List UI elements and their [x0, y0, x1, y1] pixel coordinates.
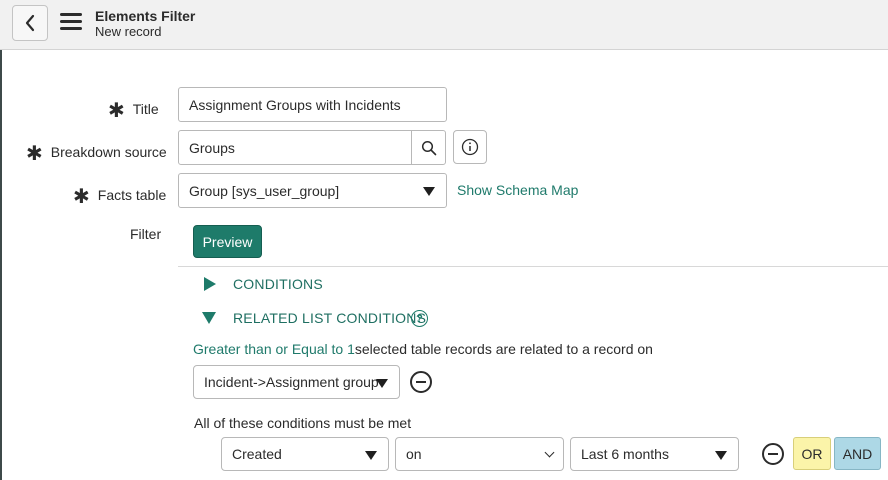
all-conditions-text: All of these conditions must be met: [194, 415, 412, 431]
filter-label: Filter: [130, 226, 162, 242]
title-input[interactable]: Assignment Groups with Incidents: [178, 87, 447, 122]
breakdown-label-group: ✱ Breakdown source: [26, 138, 167, 165]
page-subtitle: New record: [95, 24, 162, 39]
quantity-link[interactable]: Greater than or Equal to 1: [193, 341, 355, 357]
conditions-toggle[interactable]: CONDITIONS: [233, 276, 323, 292]
condition-operator-value: on: [406, 446, 422, 462]
condition-field-value: Created: [232, 446, 282, 462]
facts-table-select[interactable]: Group [sys_user_group]: [178, 173, 447, 208]
breakdown-source-label: Breakdown source: [50, 144, 167, 160]
required-asterisk-icon: ✱: [26, 143, 43, 165]
search-icon: [421, 140, 436, 155]
related-list-conditions-toggle[interactable]: RELATED LIST CONDITIONS: [233, 310, 426, 326]
back-button[interactable]: [12, 5, 48, 41]
facts-table-value: Group [sys_user_group]: [189, 182, 340, 199]
chevron-left-icon: [25, 14, 35, 32]
breakdown-lookup-button[interactable]: [411, 130, 446, 165]
dropdown-caret-icon: [365, 451, 377, 460]
title-label: Title: [132, 101, 159, 117]
form-header: Elements Filter New record: [0, 0, 888, 50]
facts-table-label: Facts table: [97, 187, 167, 203]
condition-value: Last 6 months: [581, 446, 669, 462]
and-button[interactable]: AND: [834, 437, 881, 470]
page-title: Elements Filter: [95, 8, 196, 24]
dropdown-caret-icon: [715, 451, 727, 460]
collapse-related-icon[interactable]: [202, 312, 216, 324]
condition-value-select[interactable]: Last 6 months: [570, 437, 739, 471]
quantity-text: selected table records are related to a …: [354, 341, 653, 357]
info-icon: [461, 138, 479, 156]
related-list-value: Incident->Assignment group: [204, 374, 379, 390]
show-schema-map-link[interactable]: Show Schema Map: [457, 182, 578, 198]
preview-button[interactable]: Preview: [193, 225, 262, 258]
quantity-sentence: Greater than or Equal to 1selected table…: [193, 341, 653, 357]
hamburger-menu-icon[interactable]: [60, 13, 82, 33]
left-edge-bar: [0, 50, 2, 480]
required-asterisk-icon: ✱: [73, 186, 90, 208]
filter-divider: [178, 266, 888, 267]
breakdown-info-button[interactable]: [453, 130, 487, 164]
remove-related-list-icon[interactable]: [410, 371, 432, 393]
or-button[interactable]: OR: [793, 437, 831, 470]
related-list-select[interactable]: Incident->Assignment group: [193, 365, 400, 399]
title-label-group: ✱ Title: [108, 95, 159, 122]
breakdown-source-input[interactable]: Groups: [178, 130, 412, 165]
chevron-down-icon: [544, 447, 555, 458]
dropdown-caret-icon: [376, 379, 388, 388]
expand-conditions-icon[interactable]: [204, 277, 216, 291]
dropdown-caret-icon: [423, 187, 435, 196]
condition-field-select[interactable]: Created: [221, 437, 389, 471]
remove-condition-icon[interactable]: [762, 443, 784, 465]
condition-operator-select[interactable]: on: [395, 437, 564, 471]
required-asterisk-icon: ✱: [108, 100, 125, 122]
facts-label-group: ✱ Facts table: [73, 181, 167, 208]
help-icon[interactable]: ?: [411, 310, 428, 327]
